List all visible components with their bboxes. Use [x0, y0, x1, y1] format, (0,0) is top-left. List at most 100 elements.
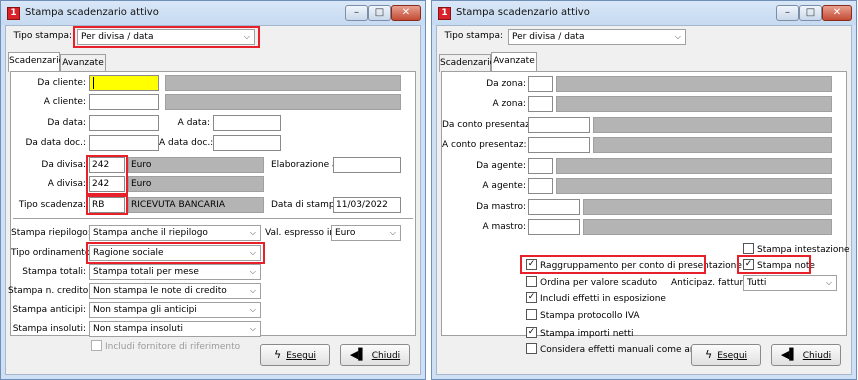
- chiudi-button[interactable]: ◀▌ Chiudi: [340, 344, 410, 366]
- highlight-tipo-stampa: [73, 26, 260, 48]
- da-cliente-input[interactable]: [89, 75, 159, 91]
- close-button[interactable]: ✕: [822, 5, 852, 21]
- a-conto-label: A conto presentaz:: [442, 140, 527, 150]
- tab-scadenzario[interactable]: Scadenzario: [8, 52, 64, 72]
- stampa-protocollo-checkbox[interactable]: Stampa protocollo IVA: [526, 309, 640, 322]
- close-button[interactable]: ✕: [391, 5, 421, 21]
- a-zona-desc: [556, 96, 832, 112]
- stampa-intestazione-label: Stampa intestazione: [757, 245, 850, 255]
- chiudi-button[interactable]: ◀▌ Chiudi: [771, 344, 841, 366]
- exit-door-icon: ◀▌: [349, 348, 367, 361]
- chevron-down-icon: ⌵: [249, 324, 256, 333]
- checkbox-box: [526, 343, 537, 354]
- stampa-anticipi-label: Stampa anticipi:: [12, 305, 86, 315]
- da-agente-input[interactable]: [528, 158, 553, 174]
- tab-avanzate[interactable]: Avanzate: [491, 52, 537, 72]
- considera-effetti-checkbox[interactable]: Considera effetti manuali come anticipi: [526, 343, 717, 356]
- stampa-n-credito-value: Non stampa le note di credito: [93, 286, 227, 296]
- maximize-button[interactable]: □: [368, 5, 391, 21]
- lightning-icon: ϟ: [273, 348, 282, 361]
- window-client: Tipo stampa: Per divisa / data ⌵ Scadenza…: [5, 25, 421, 375]
- da-data-input[interactable]: [89, 115, 159, 131]
- a-conto-desc: [593, 137, 832, 153]
- tipo-stampa-label: Tipo stampa:: [444, 31, 503, 41]
- checkbox-box: [526, 276, 537, 287]
- a-cliente-input[interactable]: [89, 94, 159, 110]
- da-divisa-label: Da divisa:: [41, 160, 86, 170]
- highlight-raggruppamento: [520, 255, 706, 274]
- right-window: 1 Stampa scadenzario attivo – □ ✕ Tipo s…: [431, 0, 857, 380]
- chevron-down-icon: ⌵: [825, 278, 832, 287]
- a-agente-input[interactable]: [528, 178, 553, 194]
- maximize-button[interactable]: □: [799, 5, 822, 21]
- esegui-button[interactable]: ϟ Esegui: [260, 344, 330, 366]
- ordina-valore-checkbox[interactable]: Ordina per valore scaduto: [526, 276, 657, 289]
- a-mastro-desc: [583, 219, 832, 235]
- da-zona-desc: [556, 76, 832, 92]
- anticipaz-fattura-select[interactable]: Tutti ⌵: [743, 275, 837, 291]
- tipo-stampa-value: Per divisa / data: [512, 32, 585, 42]
- val-espresso-label: Val. espresso in:: [265, 228, 339, 238]
- tab-panel-scadenzario: Da cliente: A cliente: Da data: A data: …: [8, 71, 416, 352]
- esegui-button[interactable]: ϟ Esegui: [691, 344, 761, 366]
- chevron-down-icon: ⌵: [249, 267, 256, 276]
- chevron-down-icon: ⌵: [249, 228, 256, 237]
- title-bar[interactable]: 1 Stampa scadenzario attivo – □ ✕: [432, 1, 856, 25]
- da-mastro-input[interactable]: [528, 199, 580, 215]
- val-espresso-select[interactable]: Euro ⌵: [331, 225, 401, 241]
- highlight-stampa-note: [737, 255, 811, 274]
- a-data-input[interactable]: [213, 115, 281, 131]
- stampa-riepilogo-select[interactable]: Stampa anche il riepilogo ⌵: [89, 225, 261, 241]
- stampa-n-credito-label: Stampa n. credito:: [8, 286, 92, 296]
- chevron-down-icon: ⌵: [249, 286, 256, 295]
- a-zona-input[interactable]: [528, 96, 553, 112]
- a-zona-label: A zona:: [492, 99, 527, 109]
- separator: [13, 218, 413, 219]
- minimize-button[interactable]: –: [776, 5, 799, 21]
- da-zona-input[interactable]: [528, 76, 553, 92]
- left-window: 1 Stampa scadenzario attivo – □ ✕ Tipo s…: [0, 0, 426, 380]
- includi-effetti-checkbox[interactable]: ✓ Includi effetti in esposizione: [526, 292, 666, 305]
- da-cliente-desc: [165, 75, 401, 91]
- stampa-insoluti-label: Stampa insoluti:: [12, 324, 86, 334]
- tipo-stampa-label: Tipo stampa:: [13, 31, 72, 41]
- stampa-totali-value: Stampa totali per mese: [93, 267, 199, 277]
- da-mastro-label: Da mastro:: [476, 202, 526, 212]
- da-cliente-label: Da cliente:: [37, 78, 86, 88]
- stampa-importi-label: Stampa importi netti: [540, 329, 634, 339]
- a-conto-input[interactable]: [528, 137, 590, 153]
- minimize-button[interactable]: –: [345, 5, 368, 21]
- includi-fornitore-label: Includi fornitore di riferimento: [105, 342, 241, 352]
- tipo-stampa-select[interactable]: Per divisa / data ⌵: [508, 29, 686, 45]
- checkbox-box: [526, 309, 537, 320]
- window-title: Stampa scadenzario attivo: [25, 7, 159, 18]
- window-title: Stampa scadenzario attivo: [456, 7, 590, 18]
- stampa-n-credito-select[interactable]: Non stampa le note di credito ⌵: [89, 283, 261, 299]
- highlight-tipo-scadenza: [86, 195, 128, 215]
- stampa-riepilogo-label: Stampa riepilogo:: [11, 228, 91, 238]
- chevron-down-icon: ⌵: [674, 32, 681, 41]
- stampa-importi-checkbox[interactable]: ✓ Stampa importi netti: [526, 327, 634, 340]
- stampa-totali-select[interactable]: Stampa totali per mese ⌵: [89, 264, 261, 280]
- includi-fornitore-checkbox[interactable]: Includi fornitore di riferimento: [91, 340, 241, 353]
- stampa-anticipi-select[interactable]: Non stampa gli anticipi ⌵: [89, 302, 261, 318]
- a-mastro-label: A mastro:: [482, 222, 526, 232]
- stampa-insoluti-select[interactable]: Non stampa insoluti ⌵: [89, 321, 261, 337]
- a-data-doc-input[interactable]: [213, 135, 281, 151]
- chevron-down-icon: ⌵: [389, 228, 396, 237]
- stampa-riepilogo-value: Stampa anche il riepilogo: [93, 228, 208, 238]
- data-di-stampa-input[interactable]: 11/03/2022: [333, 197, 401, 213]
- title-bar[interactable]: 1 Stampa scadenzario attivo – □ ✕: [1, 1, 425, 25]
- elaborazione-al-input[interactable]: [333, 157, 401, 173]
- tipo-ordinamento-label: Tipo ordinamento:: [11, 248, 94, 258]
- da-conto-desc: [593, 117, 832, 133]
- da-conto-input[interactable]: [528, 117, 590, 133]
- a-mastro-input[interactable]: [528, 219, 580, 235]
- tab-panel-avanzate: Da zona: A zona: Da conto presentaz: A c…: [441, 71, 850, 355]
- a-cliente-label: A cliente:: [43, 97, 86, 107]
- highlight-tipo-ordinamento: [86, 242, 265, 264]
- tab-avanzate[interactable]: Avanzate: [60, 54, 106, 72]
- tab-scadenzario[interactable]: Scadenzario: [439, 54, 495, 72]
- da-data-doc-input[interactable]: [89, 135, 159, 151]
- a-data-label: A data:: [177, 118, 210, 128]
